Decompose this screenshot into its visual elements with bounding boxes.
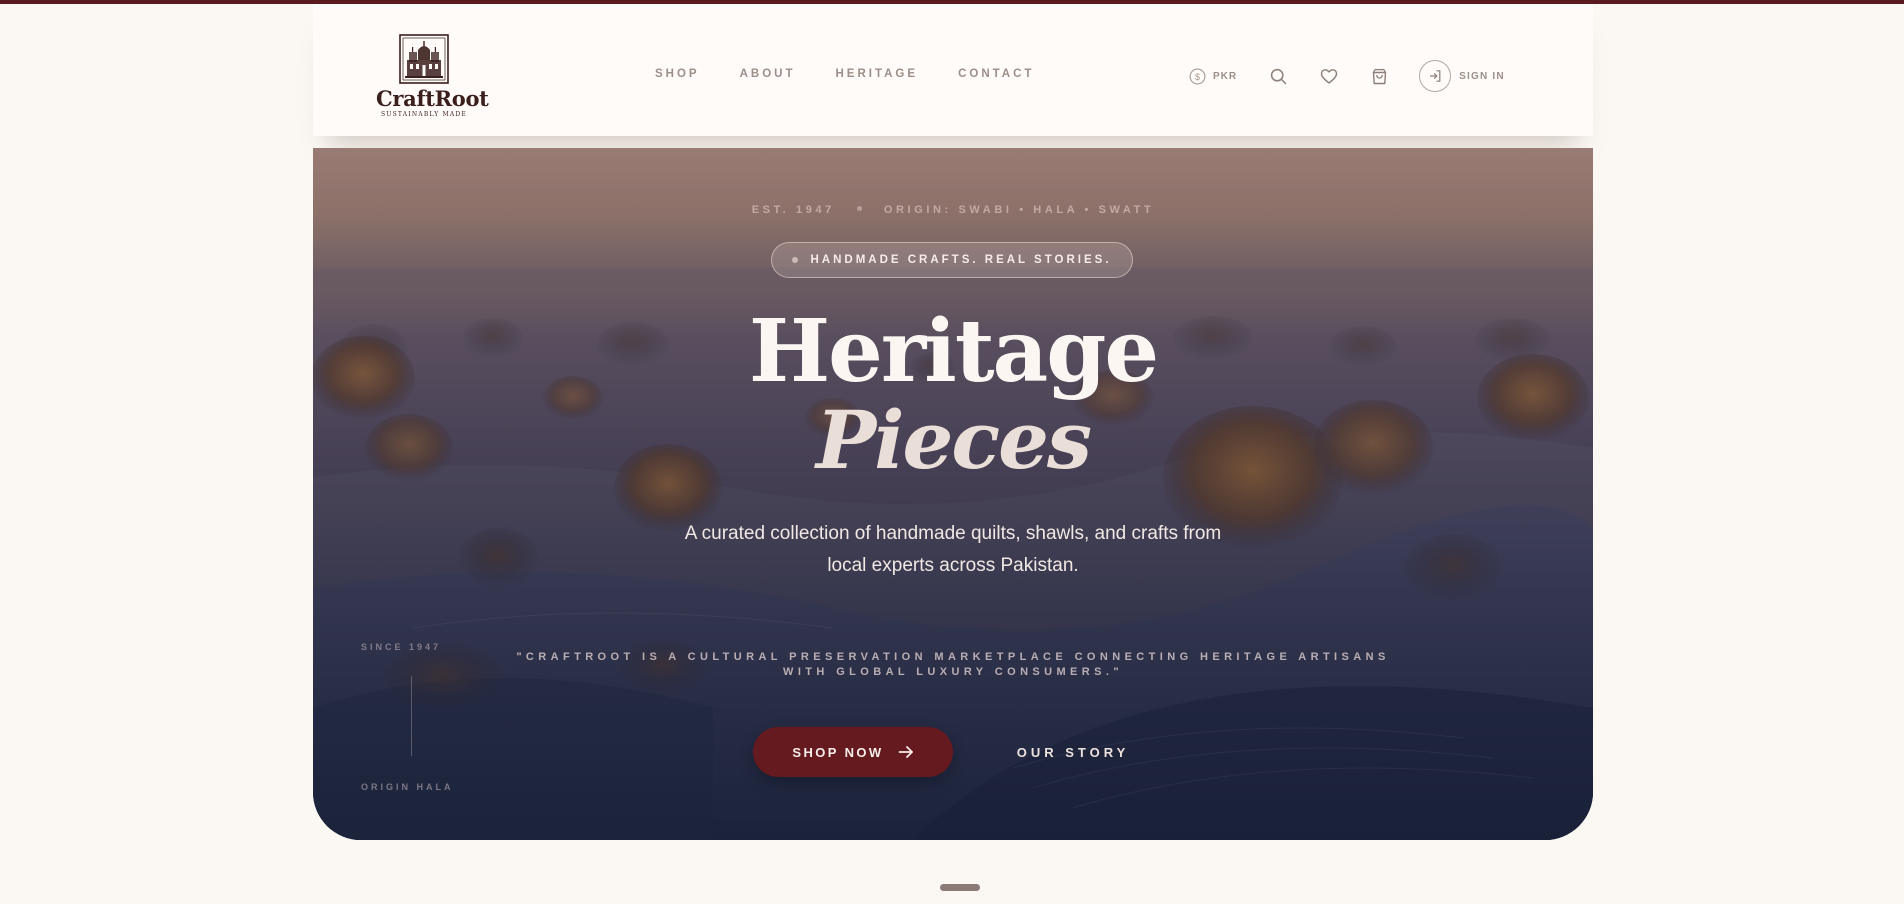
svg-text:$: $ xyxy=(1195,72,1200,82)
nav-item-contact[interactable]: CONTACT xyxy=(958,68,1034,80)
hero-meta: EST. 1947 ORIGIN: SWABI • HALA • SWATT xyxy=(313,204,1593,216)
badge-dot xyxy=(792,257,799,263)
currency-selector[interactable]: $ PKR xyxy=(1189,68,1237,85)
shop-now-button[interactable]: SHOP NOW xyxy=(753,727,953,777)
badge-label: HANDMADE CRAFTS. REAL STORIES. xyxy=(810,254,1112,266)
signin-icon-circle xyxy=(1419,60,1452,92)
scroll-indicator[interactable] xyxy=(940,884,980,891)
palace-icon xyxy=(399,34,449,84)
hero-title-line1: Heritage xyxy=(748,301,1159,402)
shop-now-label: SHOP NOW xyxy=(792,744,884,760)
origin-label: ORIGIN: SWABI • HALA • SWATT xyxy=(883,204,1155,216)
hero-badge: HANDMADE CRAFTS. REAL STORIES. xyxy=(771,242,1133,278)
brand-name: CraftRoot xyxy=(376,86,489,111)
login-arrow-icon xyxy=(1430,70,1441,82)
meta-dot xyxy=(856,206,862,211)
currency-label: PKR xyxy=(1213,70,1238,82)
brand-tagline: SUSTAINABLY MADE xyxy=(381,111,467,118)
currency-icon: $ xyxy=(1189,68,1206,84)
heart-icon xyxy=(1320,68,1338,84)
nav-item-about[interactable]: ABOUT xyxy=(740,68,796,80)
wishlist-button[interactable] xyxy=(1320,68,1338,85)
signin-button[interactable]: SIGN IN xyxy=(1419,60,1505,92)
search-button[interactable] xyxy=(1270,68,1287,85)
cart-button[interactable] xyxy=(1371,68,1388,85)
nav-item-shop[interactable]: SHOP xyxy=(655,68,700,80)
brand-logo[interactable]: CraftRoot SUSTAINABLY MADE xyxy=(376,34,489,118)
signin-label: SIGN IN xyxy=(1459,70,1505,82)
est-label: EST. 1947 xyxy=(751,204,835,216)
search-icon xyxy=(1270,68,1287,84)
hero-subtitle: A curated collection of handmade quilts,… xyxy=(684,523,1222,576)
side-since-label: SINCE 1947 xyxy=(361,642,442,652)
hero-section: EST. 1947 ORIGIN: SWABI • HALA • SWATT HA… xyxy=(313,148,1593,840)
arrow-right-icon xyxy=(898,745,914,759)
side-origin-label: ORIGIN HALA xyxy=(361,782,454,792)
header-tools: $ PKR SIGN IN xyxy=(1189,60,1505,92)
hero-quote: "CRAFTROOT IS A CULTURAL PRESERVATION MA… xyxy=(516,651,1390,678)
shopping-bag-icon xyxy=(1372,68,1387,84)
hero-title-line2: Pieces xyxy=(815,393,1092,487)
main-nav: SHOP ABOUT HERITAGE CONTACT xyxy=(655,68,1074,80)
our-story-button[interactable]: OUR STORY xyxy=(1013,738,1133,766)
nav-item-heritage[interactable]: HERITAGE xyxy=(835,68,918,80)
side-divider xyxy=(411,676,412,756)
